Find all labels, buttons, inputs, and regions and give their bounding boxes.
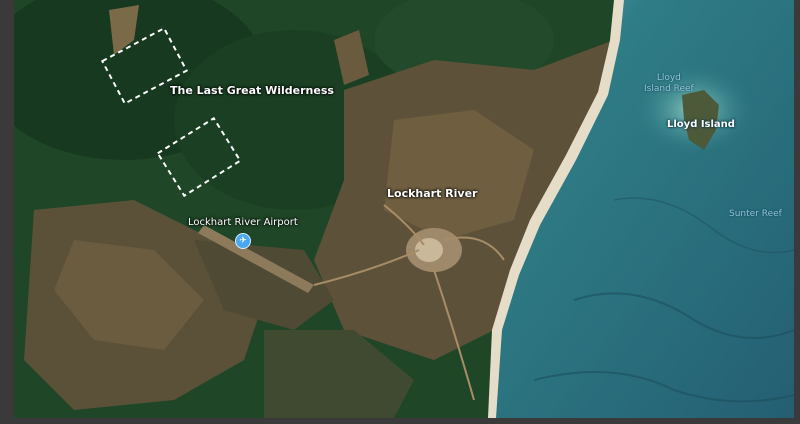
label-sunter-reef[interactable]: Sunter Reef bbox=[729, 209, 782, 220]
satellite-imagery bbox=[14, 0, 794, 418]
satellite-map[interactable]: The Last Great Wilderness Lockhart River… bbox=[14, 0, 794, 418]
label-lloyd-island[interactable]: Lloyd Island bbox=[667, 119, 735, 130]
label-lockhart-river[interactable]: Lockhart River bbox=[387, 187, 477, 200]
label-lockhart-river-airport[interactable]: Lockhart River Airport bbox=[188, 217, 298, 228]
airplane-icon[interactable]: ✈ bbox=[235, 233, 251, 249]
label-last-great-wilderness[interactable]: The Last Great Wilderness bbox=[170, 84, 334, 97]
label-lloyd-island-reef[interactable]: Lloyd Island Reef bbox=[644, 73, 694, 95]
screenshot-frame: The Last Great Wilderness Lockhart River… bbox=[0, 0, 800, 424]
